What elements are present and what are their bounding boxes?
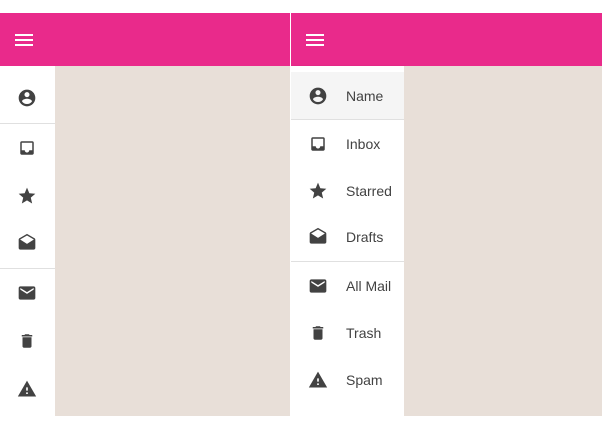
app-bar	[0, 13, 290, 66]
content-area	[55, 66, 290, 416]
nav-drawer-expanded: Name Inbox Starred Drafts All Mail Trash…	[291, 66, 404, 416]
star-icon	[17, 186, 37, 206]
star-icon	[308, 181, 328, 201]
nav-item-starred[interactable]	[0, 172, 55, 219]
nav-item-trash[interactable]	[0, 317, 55, 364]
content-area	[404, 66, 602, 416]
app-bar	[291, 13, 602, 66]
nav-item-drafts[interactable]: Drafts	[291, 213, 404, 260]
drafts-icon	[308, 227, 328, 247]
nav-item-label: Trash	[346, 324, 382, 341]
nav-item-label: Drafts	[346, 228, 384, 245]
nav-item-label: Name	[346, 87, 384, 104]
nav-item-account[interactable]	[0, 74, 55, 121]
inbox-icon	[17, 138, 37, 158]
nav-item-all-mail[interactable]: All Mail	[291, 262, 404, 309]
delete-icon	[17, 331, 37, 351]
nav-item-drafts[interactable]	[0, 219, 55, 266]
drafts-icon	[17, 233, 37, 253]
delete-icon	[308, 323, 328, 343]
nav-item-spam[interactable]	[0, 365, 55, 412]
menu-icon	[306, 33, 324, 47]
nav-item-label: All Mail	[346, 277, 392, 294]
collapsed-drawer-panel	[0, 13, 290, 416]
mail-icon	[308, 276, 328, 296]
nav-item-account[interactable]: Name	[291, 72, 404, 119]
nav-item-label: Spam	[346, 371, 383, 388]
account-circle-icon	[308, 86, 328, 106]
nav-item-spam[interactable]: Spam	[291, 356, 404, 403]
nav-item-trash[interactable]: Trash	[291, 309, 404, 356]
menu-button[interactable]	[303, 28, 327, 52]
warning-icon	[308, 370, 328, 390]
mail-icon	[17, 283, 37, 303]
account-circle-icon	[17, 88, 37, 108]
expanded-drawer-panel: Name Inbox Starred Drafts All Mail Trash…	[291, 13, 602, 416]
nav-item-inbox[interactable]	[0, 124, 55, 171]
inbox-icon	[308, 134, 328, 154]
warning-icon	[17, 379, 37, 399]
menu-button[interactable]	[12, 28, 36, 52]
nav-item-inbox[interactable]: Inbox	[291, 120, 404, 167]
menu-icon	[15, 33, 33, 47]
nav-item-label: Starred	[346, 182, 392, 199]
nav-drawer-collapsed	[0, 66, 55, 416]
nav-item-starred[interactable]: Starred	[291, 167, 404, 214]
nav-item-label: Inbox	[346, 135, 381, 152]
screenshot-root: Name Inbox Starred Drafts All Mail Trash…	[0, 0, 605, 423]
nav-item-all-mail[interactable]	[0, 269, 55, 316]
